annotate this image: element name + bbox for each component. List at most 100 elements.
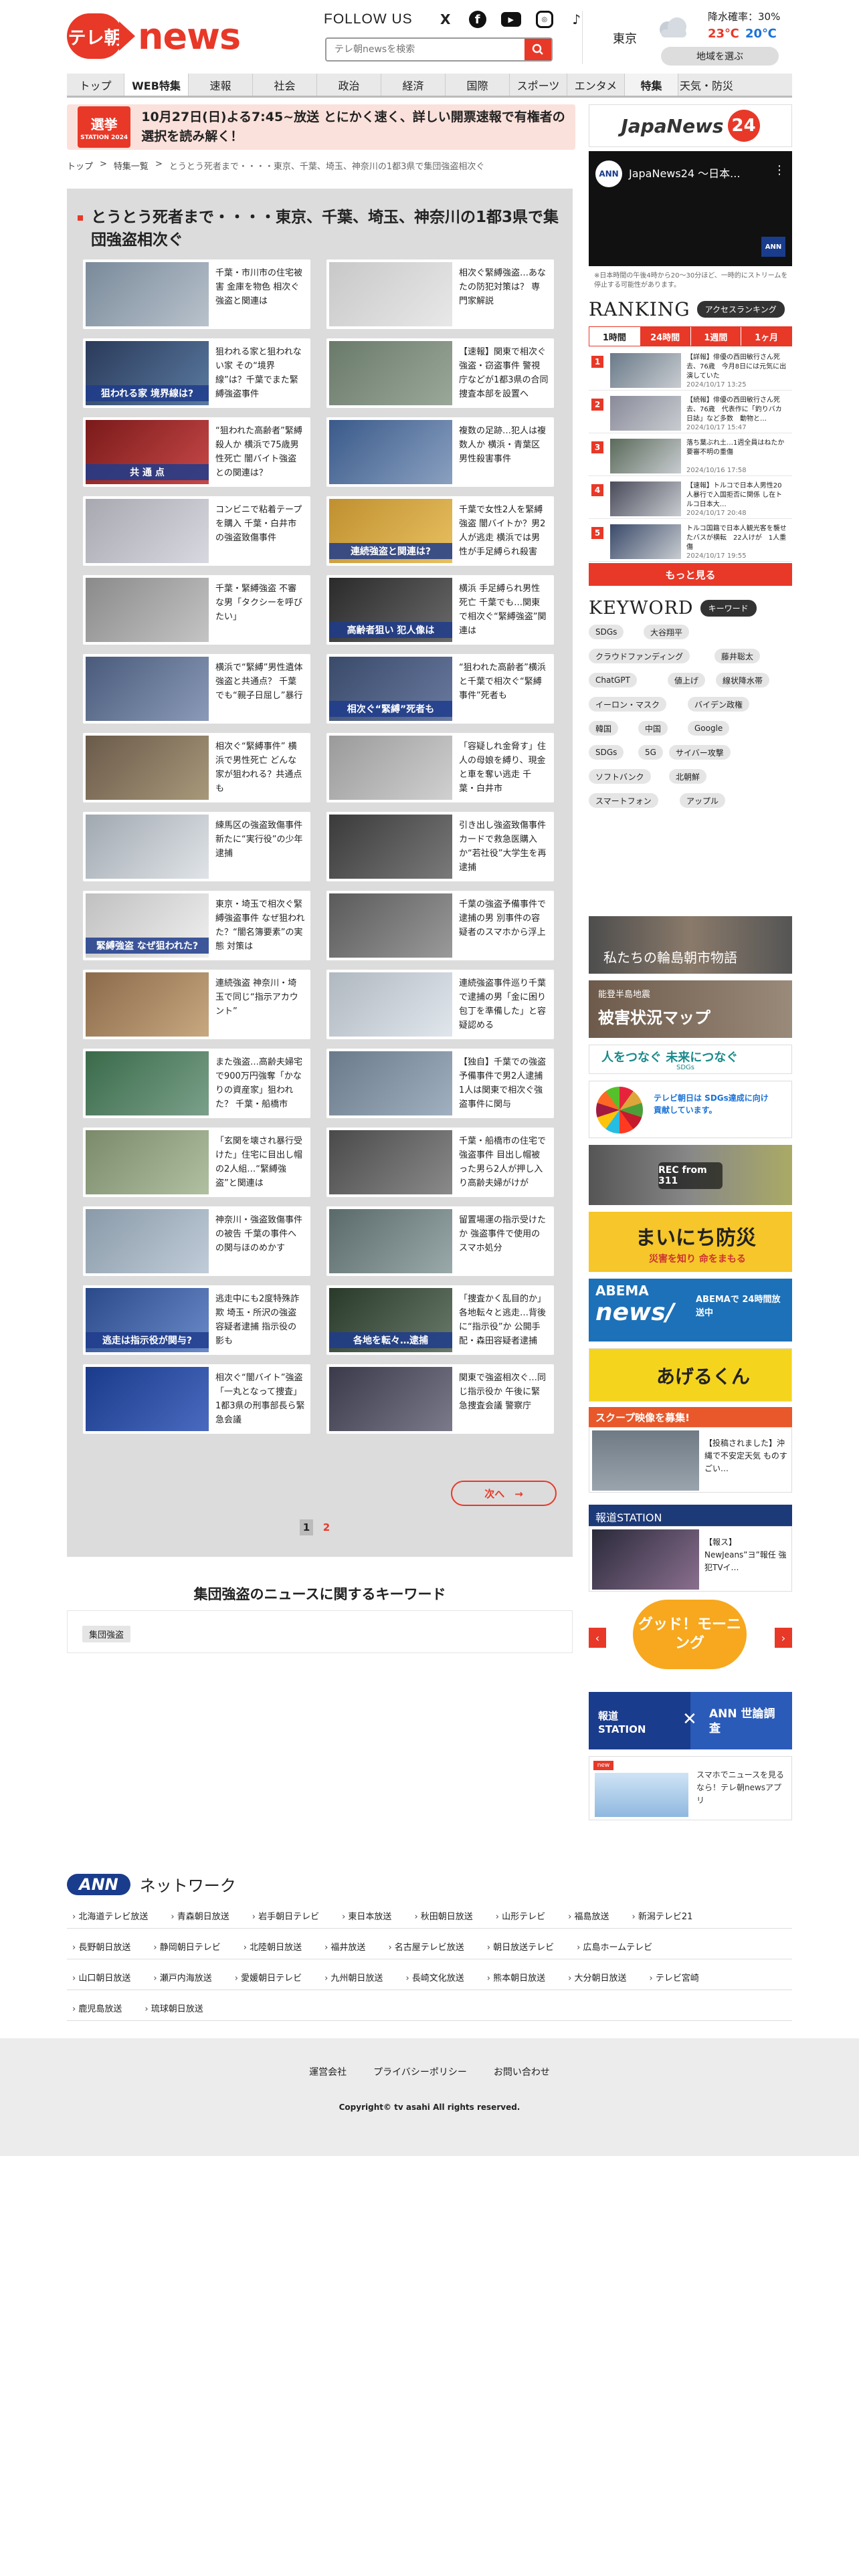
keyword-chip[interactable]: 韓国 xyxy=(589,721,619,736)
search-input[interactable] xyxy=(326,39,524,60)
hodo-station-bar[interactable]: 報道STATION xyxy=(589,1505,792,1526)
nav-sports[interactable]: スポーツ xyxy=(510,74,567,96)
article-card[interactable]: 相次ぐ緊縛強盗…あなたの防犯対策は？ 専門家解説 xyxy=(326,259,554,329)
station-link[interactable]: 長野朝日放送 xyxy=(72,1940,130,1953)
station-link[interactable]: 名古屋テレビ放送 xyxy=(388,1940,464,1953)
keyword-chip[interactable]: 藤井聡太 xyxy=(714,649,761,663)
nav-weather[interactable]: 天気・防災 xyxy=(678,74,735,96)
article-card[interactable]: 逃走は指示役が関与? 逃走中にも2度特殊詐欺 埼玉・所沢の強盗容疑者逮捕 指示役の… xyxy=(83,1285,310,1355)
article-card[interactable]: 相次ぐ“闇バイト”強盗「一丸となって捜査」1都3県の刑事部長ら緊急会議 xyxy=(83,1364,310,1434)
article-card[interactable]: 千葉・市川市の住宅被害 金庫を物色 相次ぐ強盗と関連は xyxy=(83,259,310,329)
nav-international[interactable]: 国際 xyxy=(446,74,510,96)
breadcrumb-top[interactable]: トップ xyxy=(67,159,93,172)
article-card[interactable]: 関東で強盗相次ぐ…同じ指示役か 午後に緊急捜査会議 警察庁 xyxy=(326,1364,554,1434)
keyword-chip[interactable]: バイデン政権 xyxy=(688,697,750,712)
next-page-button[interactable]: 次へ → xyxy=(451,1481,557,1506)
station-link[interactable]: 九州朝日放送 xyxy=(324,1971,383,1983)
article-card[interactable]: 練馬区の強盗致傷事件 新たに“実行役”の少年逮捕 xyxy=(83,812,310,881)
article-card[interactable]: 連続強盗事件巡り千葉で逮捕の男「金に困り包丁を準備した」と容疑認める xyxy=(326,970,554,1039)
ranking-item[interactable]: 4 【速報】トルコで日本人男性20人暴行で入国拒否に関係 し在トルコ日本大… 202… xyxy=(589,477,792,519)
station-link[interactable]: 青森朝日放送 xyxy=(171,1909,229,1922)
article-card[interactable]: 【独自】千葉での強盗予備事件で男2人逮捕 1人は関東で相次ぐ強盗事件に関与 xyxy=(326,1049,554,1118)
app-banner[interactable]: new スマホでニュースを見るなら！テレ朝newsアプリ xyxy=(589,1756,792,1820)
keyword-chip[interactable]: 中国 xyxy=(638,721,668,736)
nav-politics[interactable]: 政治 xyxy=(317,74,381,96)
keyword-chip[interactable]: イーロン・マスク xyxy=(589,697,667,712)
keyword-chip[interactable]: アップル xyxy=(680,793,726,808)
sdgs-tvasahi-banner[interactable]: テレビ朝日は SDGs達成に向け 貢献しています。 xyxy=(589,1081,792,1138)
station-link[interactable]: テレビ宮崎 xyxy=(650,1971,699,1983)
nav-economy[interactable]: 経済 xyxy=(381,74,446,96)
choose-region-button[interactable]: 地域を選ぶ xyxy=(661,47,779,66)
article-card[interactable]: 「容疑しれ金脅す」住人の母娘を縛り、現金と車を奪い逃走 千葉・白井市 xyxy=(326,733,554,802)
article-card[interactable]: 千葉の強盗予備事件で逮捕の男 別事件の容疑者のスマホから浮上 xyxy=(326,891,554,960)
article-card[interactable]: 千葉・緊縛強盗 不審な男「タクシーを呼びたい」 xyxy=(83,575,310,645)
nav-entertainment[interactable]: エンタメ xyxy=(567,74,625,96)
station-link[interactable]: 広島ホームテレビ xyxy=(577,1940,653,1953)
keyword-chip[interactable]: 大谷翔平 xyxy=(644,625,690,639)
article-card[interactable]: 各地を転々…逮捕 「捜査かく乱目的か」各地転々と逃走…背後に“指示役”か 公開手配… xyxy=(326,1285,554,1355)
article-card[interactable]: 神奈川・強盗致傷事件の被告 千葉の事件への関与ほのめかす xyxy=(83,1206,310,1276)
keyword-chip[interactable]: SDGs xyxy=(589,745,624,760)
article-card[interactable]: 狙われる家 境界線は? 狙われる家と狙われない家 その“境界線”は？千葉でまた緊縛… xyxy=(83,338,310,408)
article-card[interactable]: 連続強盗と関連は? 千葉で女性2人を緊縛強盗 闇バイトか？男2人が逃走 横浜では男… xyxy=(326,496,554,566)
site-logo[interactable]: テレ朝 news xyxy=(67,13,241,59)
footer-link-company[interactable]: 運営会社 xyxy=(309,2065,347,2078)
article-card[interactable]: 千葉・船橋市の住宅で強盗事件 目出し帽被った男ら2人が押し入り高齢夫婦がけが xyxy=(326,1128,554,1197)
nav-special[interactable]: 特集 xyxy=(625,74,678,96)
article-card[interactable]: コンビニで粘着テープを購入 千葉・白井市の強盗致傷事件 xyxy=(83,496,310,566)
station-link[interactable]: 琉球朝日放送 xyxy=(145,2002,203,2014)
article-card[interactable]: 緊縛強盗 なぜ狙われた? 東京・埼玉で相次ぐ緊縛強盗事件 なぜ狙われた？“闇名簿要… xyxy=(83,891,310,960)
more-options-icon[interactable]: ⋮ xyxy=(773,163,785,177)
ranking-item[interactable]: 1 【詳報】俳優の西田敏行さん死去、76歳 今月8日には元気に出演していた 2024… xyxy=(589,349,792,391)
station-link[interactable]: 東日本放送 xyxy=(342,1909,391,1922)
more-ranking-button[interactable]: もっと見る xyxy=(589,563,792,586)
keyword-chip[interactable]: 値上げ xyxy=(668,673,706,687)
station-link[interactable]: 福島放送 xyxy=(568,1909,609,1922)
station-link[interactable]: 山形テレビ xyxy=(496,1909,545,1922)
station-link[interactable]: 長崎文化放送 xyxy=(405,1971,464,1983)
rec311-banner[interactable]: REC from 311 xyxy=(589,1145,792,1205)
keyword-chip[interactable]: クラウドファンディング xyxy=(589,649,690,663)
article-card[interactable]: 留置場運の指示受けたか 強盗事件で使用のスマホ処分 xyxy=(326,1206,554,1276)
station-link[interactable]: 山口朝日放送 xyxy=(72,1971,130,1983)
keyword-chip[interactable]: ソフトバンク xyxy=(589,769,651,784)
station-link[interactable]: 岩手朝日テレビ xyxy=(252,1909,319,1922)
article-card[interactable]: 「玄関を壊され暴行受けた」住宅に目出し帽の2人組…“緊縛強盗”と関連は xyxy=(83,1128,310,1197)
tab-1month[interactable]: 1ヶ月 xyxy=(741,327,791,346)
election-banner[interactable]: 選挙 STATION 2024 10月27日(日)よる7:45~放送 とにかく速… xyxy=(67,104,575,150)
station-link[interactable]: 静岡朝日テレビ xyxy=(153,1940,221,1953)
keyword-chip[interactable]: 北朝鮮 xyxy=(669,769,707,784)
goodmorning-logo[interactable]: グッド！モーニング xyxy=(633,1600,747,1669)
station-link[interactable]: 新潟テレビ21 xyxy=(632,1909,693,1922)
breadcrumb-features[interactable]: 特集一覧 xyxy=(114,159,149,172)
carousel-next-icon[interactable]: › xyxy=(775,1628,792,1648)
tab-1week[interactable]: 1週間 xyxy=(690,327,742,346)
article-card[interactable]: 引き出し強盗致傷事件 カードで救急医購入か“若社役”大学生を再逮捕 xyxy=(326,812,554,881)
ranking-item[interactable]: 3 落ち葉ぶれ土…1週全員はねたか 要審不明の重傷 2024/10/16 17:58 xyxy=(589,435,792,476)
tab-24hours[interactable]: 24時間 xyxy=(640,327,691,346)
poll-banner[interactable]: 報道 STATION ✕ ANN 世論調査 xyxy=(589,1692,792,1749)
hodo-card[interactable]: 【報ス】NewJeans”ヨ”報任 強犯TVイ… xyxy=(589,1526,792,1592)
page-2[interactable]: 2 xyxy=(320,1519,333,1535)
footer-link-privacy[interactable]: プライバシーポリシー xyxy=(373,2065,467,2078)
search-icon[interactable] xyxy=(524,39,551,60)
keyword-chip[interactable]: 5G xyxy=(638,745,663,760)
article-card[interactable]: また強盗…高齢夫婦宅で900万円強奪「かなりの資産家」狙われた？ 千葉・船橋市 xyxy=(83,1049,310,1118)
article-card[interactable]: 相次ぐ“緊縛事件” 横浜で男性死亡 どんな家が狙われる？共通点も xyxy=(83,733,310,802)
station-link[interactable]: 鹿児島放送 xyxy=(72,2002,122,2014)
keyword-chip[interactable]: ChatGPT xyxy=(589,673,637,687)
article-card[interactable]: 共 通 点 “狙われた高齢者”緊縛殺人か 横浜で75歳男性死亡 闇バイト強盗との関… xyxy=(83,417,310,487)
abema-banner[interactable]: ABEMA news/ ABEMAで 24時間放送中 xyxy=(589,1279,792,1341)
station-link[interactable]: 愛媛朝日テレビ xyxy=(235,1971,302,1983)
nav-breaking[interactable]: 速報 xyxy=(189,74,253,96)
article-card[interactable]: 高齢者狙い 犯人像は 横浜 手足縛られ男性死亡 千葉でも…関東で相次ぐ“緊縛強盗”… xyxy=(326,575,554,645)
station-link[interactable]: 熊本朝日放送 xyxy=(487,1971,545,1983)
station-link[interactable]: 瀬戸内海放送 xyxy=(153,1971,212,1983)
facebook-icon[interactable]: f xyxy=(468,11,486,28)
footer-link-contact[interactable]: お問い合わせ xyxy=(494,2065,550,2078)
keyword-chip[interactable]: 集団強盗 xyxy=(82,1626,131,1642)
ranking-item[interactable]: 2 【続報】俳優の西田敏行さん死去、76歳 代表作に「釣りバカ日誌」など多数 動物… xyxy=(589,392,792,433)
japanews24-banner[interactable]: JapaNews 24 xyxy=(589,104,792,147)
wajima-banner[interactable]: 私たちの輪島朝市物語 xyxy=(589,916,792,974)
